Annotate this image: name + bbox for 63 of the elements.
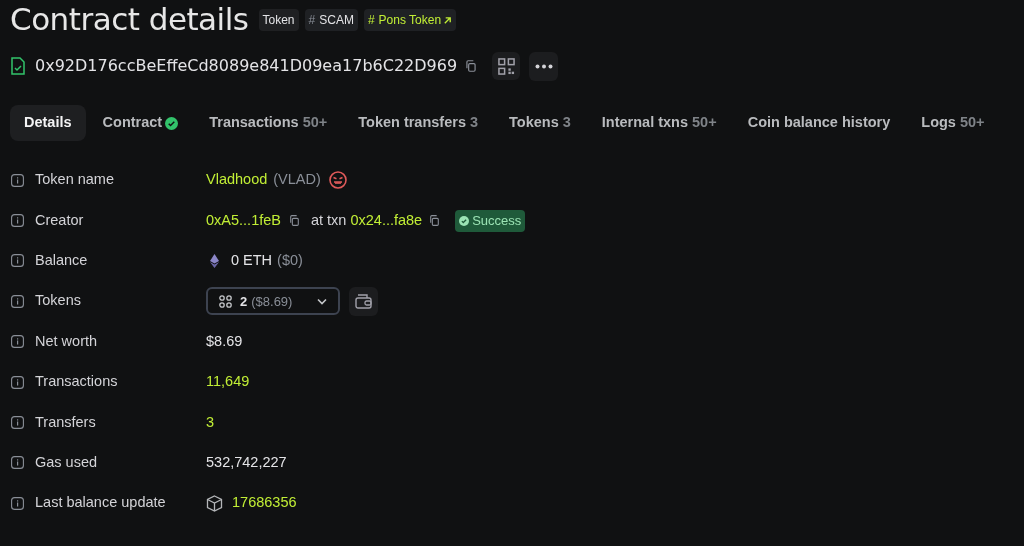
tab[interactable]: Tokens 3 (495, 105, 585, 141)
contract-address: 0x92D176ccBeEffeCd8089e841D09ea17b6C22D969 (35, 55, 458, 77)
tab[interactable]: Coin balance history (733, 105, 905, 141)
info-icon[interactable] (11, 173, 24, 187)
creator-address-link[interactable]: 0xA5...1feB (206, 209, 281, 232)
info-icon[interactable] (11, 375, 24, 389)
tab[interactable]: Contract (88, 105, 193, 141)
tokens-dropdown[interactable]: 2 ($8.69) (206, 287, 340, 316)
value-link[interactable]: 11,649 (206, 371, 250, 393)
ethereum-icon (210, 253, 219, 268)
qr-code-icon (497, 57, 515, 75)
cube-icon (206, 494, 223, 512)
balance-fiat: ($0) (277, 251, 303, 271)
tab[interactable]: Token transfers 3 (344, 105, 493, 141)
balance-amount: 0 ETH (231, 251, 273, 271)
transaction-link[interactable]: 0x24...fa8e (350, 209, 423, 232)
info-icon[interactable] (11, 294, 24, 308)
tag-link[interactable]: # Pons Token (363, 9, 457, 31)
field-label: Transactions (35, 372, 118, 392)
devil-face-icon (328, 171, 347, 190)
check-circle-icon (459, 215, 470, 226)
field-value: $8.69 (206, 331, 243, 351)
token-name-link[interactable]: Vladhood (206, 169, 268, 192)
status-badge: Success (455, 209, 526, 232)
more-button[interactable] (529, 51, 559, 81)
tab[interactable]: Logs 50+ (907, 105, 999, 141)
page-title: Contract details (10, 0, 249, 39)
tab[interactable]: Transactions 50+ (195, 105, 342, 141)
tab[interactable]: Details (10, 105, 86, 141)
grid-icon (219, 294, 232, 308)
field-label: Token name (35, 170, 114, 190)
field-label: Gas used (35, 453, 98, 473)
document-check-icon (10, 57, 26, 75)
wallet-icon (355, 293, 372, 309)
field-label: Transfers (35, 412, 96, 432)
token-symbol: (VLAD) (273, 170, 321, 190)
connector-text: at txn (310, 210, 347, 230)
tag: # SCAM (304, 9, 358, 31)
info-icon[interactable] (11, 496, 24, 510)
info-icon[interactable] (11, 456, 24, 470)
field-label: Balance (35, 251, 88, 271)
field-label: Net worth (35, 331, 98, 351)
block-link[interactable]: 17686356 (232, 492, 297, 515)
check-circle-icon (165, 116, 179, 130)
copy-icon[interactable] (428, 214, 442, 228)
field-label: Creator (35, 210, 84, 230)
tag: Token (258, 9, 299, 31)
value-link[interactable]: 3 (206, 411, 215, 434)
field-value: 532,742,227 (206, 453, 287, 473)
info-icon[interactable] (11, 214, 24, 228)
external-link-icon (443, 15, 453, 25)
info-icon[interactable] (11, 254, 24, 268)
field-label: Tokens (35, 291, 81, 311)
info-icon[interactable] (11, 416, 24, 430)
field-label: Last balance update (35, 493, 166, 513)
wallet-button[interactable] (349, 286, 378, 316)
tab[interactable]: Internal txns 50+ (587, 105, 731, 141)
copy-icon[interactable] (464, 59, 479, 73)
chevron-down-icon (317, 297, 327, 305)
info-icon[interactable] (11, 335, 24, 349)
copy-icon[interactable] (287, 214, 301, 228)
more-icon (534, 63, 553, 69)
qr-code-button[interactable] (492, 52, 521, 80)
